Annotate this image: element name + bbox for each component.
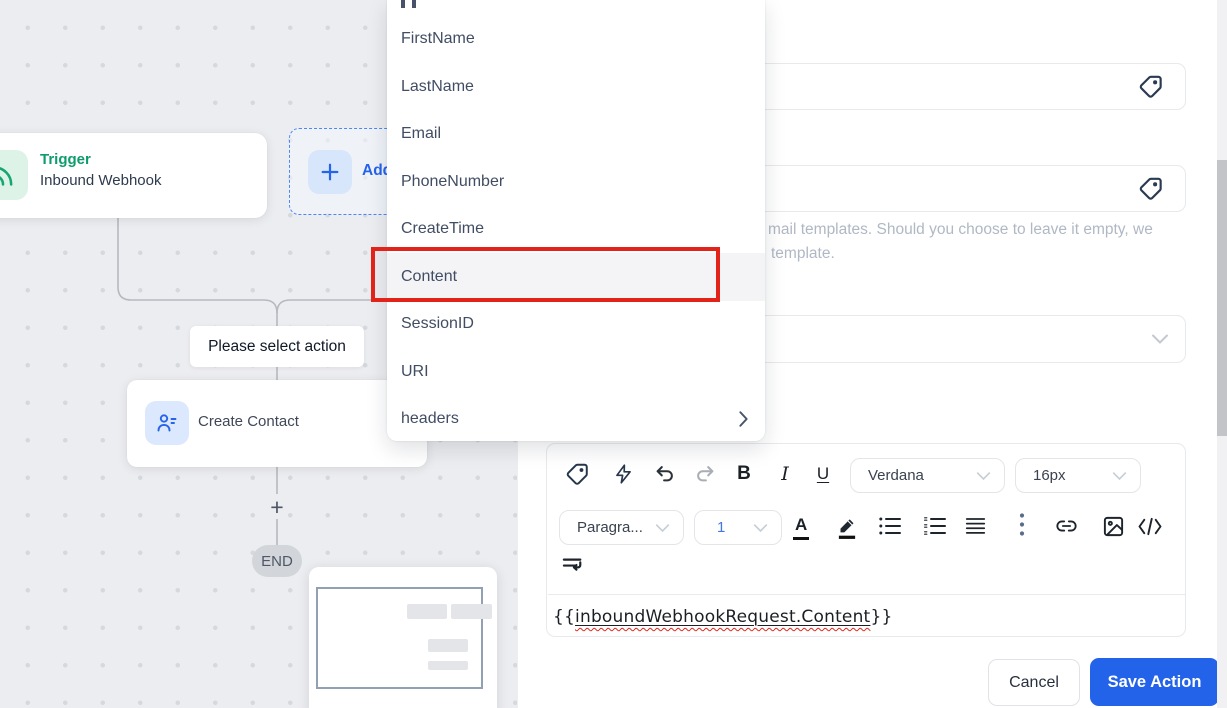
lightning-icon[interactable]	[608, 459, 638, 489]
create-contact-label: Create Contact	[198, 413, 299, 430]
create-contact-icon	[145, 401, 189, 445]
rich-text-editor[interactable]: B I U Verdana 16px Paragra... 1 A {{inbo…	[546, 443, 1186, 637]
chevron-down-icon	[976, 471, 991, 480]
image-icon[interactable]	[1100, 513, 1126, 539]
help-text-line1: mail templates. Should you choose to lea…	[768, 221, 1153, 238]
scrollbar-thumb[interactable]	[1217, 160, 1227, 436]
minimap[interactable]	[309, 567, 497, 708]
trigger-title: Trigger	[40, 151, 91, 168]
minimap-node	[407, 604, 447, 619]
cancel-button[interactable]: Cancel	[988, 659, 1080, 706]
clipped-text-fragment	[401, 0, 405, 8]
trigger-node[interactable]: Trigger Inbound Webhook	[0, 133, 267, 218]
select-action-label: Please select action	[190, 326, 364, 367]
font-size-value: 16px	[1033, 467, 1066, 484]
merge-tag-variable: inboundWebhookRequest.Content	[575, 607, 871, 627]
more-options-icon[interactable]	[1016, 510, 1028, 540]
align-justify-icon[interactable]	[963, 514, 987, 538]
bullet-list-icon[interactable]	[877, 514, 903, 538]
link-icon[interactable]	[1052, 514, 1080, 538]
minimap-viewport[interactable]	[316, 587, 483, 689]
merge-tag-open: {{	[553, 607, 576, 627]
dropdown-item-createtime[interactable]: CreateTime	[387, 206, 765, 254]
dropdown-item-lastname[interactable]: LastName	[387, 63, 765, 111]
italic-button[interactable]: I	[771, 460, 799, 488]
dropdown-item-sessionid[interactable]: SessionID	[387, 301, 765, 349]
minimap-node	[428, 661, 468, 670]
minimap-node	[451, 604, 492, 619]
chevron-down-icon	[753, 523, 768, 532]
help-text-line2: template.	[771, 245, 835, 262]
line-height-value: 1	[717, 519, 726, 536]
text-color-button[interactable]: A	[793, 513, 810, 540]
paragraph-style-value: Paragra...	[577, 519, 643, 536]
bold-button[interactable]: B	[730, 460, 758, 488]
tag-icon[interactable]	[1138, 176, 1164, 202]
chevron-down-icon	[1112, 471, 1127, 480]
dropdown-item-firstname[interactable]: FirstName	[387, 16, 765, 64]
highlighter-icon[interactable]	[832, 511, 862, 543]
chevron-down-icon	[655, 523, 670, 532]
numbered-list-icon[interactable]	[922, 514, 948, 538]
annotation-highlight-box	[371, 247, 720, 302]
add-step-plus[interactable]: +	[263, 493, 291, 521]
dropdown-item-headers[interactable]: headers	[387, 396, 765, 442]
font-family-value: Verdana	[868, 467, 924, 484]
end-node: END	[252, 545, 302, 577]
editor-content[interactable]: {{inboundWebhookRequest.Content}}	[553, 607, 892, 627]
font-size-select[interactable]: 16px	[1015, 458, 1141, 493]
dropdown-item-partial[interactable]	[401, 0, 461, 9]
code-icon[interactable]	[1136, 514, 1164, 538]
dropdown-item-phonenumber[interactable]: PhoneNumber	[387, 158, 765, 206]
dropdown-item-headers-label: headers	[401, 410, 459, 428]
paragraph-style-select[interactable]: Paragra...	[559, 510, 684, 545]
tag-icon[interactable]	[562, 459, 592, 489]
dropdown-item-uri[interactable]: URI	[387, 348, 765, 396]
workflow-builder-screen: Trigger Inbound Webhook Add Please selec…	[0, 0, 1227, 708]
create-contact-node[interactable]: Create Contact	[127, 380, 427, 467]
font-family-select[interactable]: Verdana	[850, 458, 1005, 493]
plus-icon	[308, 150, 352, 194]
minimap-node	[428, 639, 468, 652]
undo-icon[interactable]	[650, 459, 680, 489]
dropdown-item-email[interactable]: Email	[387, 111, 765, 159]
chevron-right-icon	[739, 411, 748, 427]
tag-icon[interactable]	[1138, 74, 1164, 100]
trigger-subtitle: Inbound Webhook	[40, 172, 162, 189]
editor-divider	[548, 594, 1185, 595]
save-action-button[interactable]: Save Action	[1090, 658, 1219, 706]
variable-dropdown: FirstName LastName Email PhoneNumber Cre…	[387, 0, 765, 441]
chevron-down-icon	[1152, 334, 1168, 344]
trigger-texts: Trigger Inbound Webhook	[40, 151, 162, 189]
redo-icon[interactable]	[690, 459, 720, 489]
clipped-text-fragment	[412, 0, 416, 8]
webhook-icon	[0, 150, 28, 200]
line-height-select[interactable]: 1	[694, 510, 782, 545]
text-wrap-icon[interactable]	[560, 554, 586, 578]
underline-button[interactable]: U	[809, 460, 837, 488]
merge-tag-close: }}	[870, 607, 893, 627]
